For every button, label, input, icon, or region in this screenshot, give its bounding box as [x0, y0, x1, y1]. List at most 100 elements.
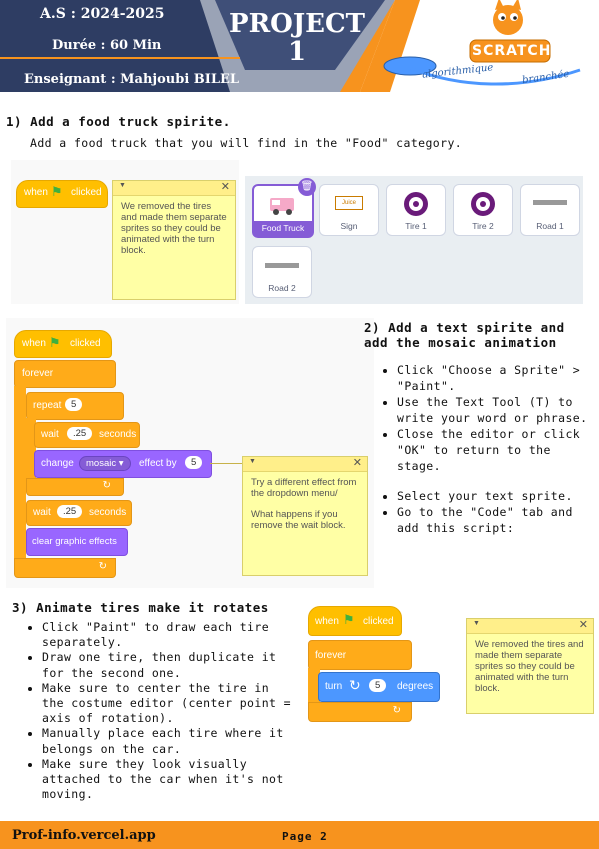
collapse-icon[interactable]: ▼ [119, 182, 126, 189]
scratch-logo-text: SCRATCH [472, 43, 552, 59]
note-text: What happens if you remove the wait bloc… [251, 509, 346, 531]
green-flag-icon: ⚑ [49, 335, 61, 350]
block-label: forever [22, 368, 54, 379]
block-label: when [24, 187, 48, 198]
sprite-label: Food Truck [254, 221, 312, 236]
block-label: degrees [397, 681, 434, 692]
project-title-text: PROJECT [229, 9, 365, 39]
turn-degrees-input[interactable]: 5 [369, 679, 387, 692]
turn-block[interactable]: turn ↻ 5 degrees [318, 672, 440, 702]
project-title: PROJECT 1 [222, 10, 372, 66]
sprite-label: Road 1 [536, 221, 564, 231]
block-label: turn [325, 681, 343, 692]
comment-note-3[interactable]: ▼ ✕ We removed the tires and made them se… [466, 618, 594, 714]
forever-end: ↻ [308, 702, 412, 722]
block-label: clicked [70, 338, 101, 349]
list-item: Make sure they look visually attached to… [42, 757, 298, 803]
effect-dropdown[interactable]: mosaic ▾ [79, 456, 131, 471]
list-item: Click "Choose a Sprite" > "Paint". [397, 362, 597, 394]
when-flag-clicked-block[interactable]: when ⚑ clicked [16, 180, 108, 208]
repeat-end: ↻ [26, 478, 124, 496]
forever-end: ↻ [14, 558, 116, 578]
block-label: when [315, 616, 339, 627]
block-label: wait [33, 507, 51, 518]
when-flag-clicked-block[interactable]: when ⚑ clicked [308, 606, 402, 636]
green-flag-icon: ⚑ [343, 612, 355, 627]
block-label: seconds [99, 429, 137, 440]
list-item: Go to the "Code" tab and add this script… [397, 504, 597, 536]
section2-title-line1: 2) Add a text spirite and [364, 320, 565, 335]
effect-dropdown-value: mosaic [86, 458, 117, 469]
wait-block[interactable]: wait .25 seconds [26, 500, 132, 526]
project-number: 1 [287, 37, 307, 67]
block-label: seconds [89, 507, 127, 518]
close-icon[interactable]: ✕ [579, 618, 588, 631]
block-label: clear graphic effects [32, 536, 117, 547]
teacher: Enseignant : Mahjoubi BILEL [24, 72, 240, 87]
list-item: Close the editor or click "OK" to return… [397, 426, 597, 474]
list-item: Make sure to center the tire in the cost… [42, 681, 298, 727]
section1-description: Add a food truck that you will find in t… [30, 136, 463, 150]
footer-site-link[interactable]: Prof-info.vercel.app [12, 828, 156, 843]
forever-block[interactable]: forever [308, 640, 412, 670]
note-text: We removed the tires and made them separ… [121, 201, 227, 256]
collapse-icon[interactable]: ▼ [249, 458, 256, 465]
section3-title: 3) Animate tires make it rotates [12, 600, 269, 615]
wait-seconds-input[interactable]: .25 [57, 505, 83, 518]
close-icon[interactable]: ✕ [353, 456, 362, 469]
list-item: Click "Paint" to draw each tire separate… [42, 620, 298, 650]
forever-block[interactable]: forever [14, 360, 116, 388]
repeat-count-input[interactable]: 5 [65, 398, 83, 411]
when-flag-clicked-block[interactable]: when ⚑ clicked [14, 330, 112, 358]
school-year: A.S : 2024-2025 [40, 6, 165, 22]
section2-steps: Click "Choose a Sprite" > "Paint". Use t… [383, 362, 597, 536]
block-label: clicked [363, 616, 394, 627]
close-icon[interactable]: ✕ [221, 180, 230, 193]
list-item: Draw one tire, then duplicate it for the… [42, 650, 298, 680]
tire-icon [404, 192, 428, 216]
loop-arrow-icon: ↻ [102, 480, 111, 491]
loop-arrow-icon: ↻ [98, 561, 107, 572]
page-number: Page 2 [282, 830, 328, 843]
sprite-label: Sign [340, 221, 358, 231]
delete-icon[interactable]: 🗑 [298, 178, 316, 196]
sprite-card-road-2[interactable]: Road 2 [252, 246, 312, 298]
sprite-card-tire-1[interactable]: Tire 1 [386, 184, 446, 236]
sprite-card-sign[interactable]: Juice Sign [319, 184, 379, 236]
clear-graphic-effects-block[interactable]: clear graphic effects [26, 528, 128, 556]
wait-seconds-input[interactable]: .25 [67, 427, 93, 440]
repeat-block[interactable]: repeat 5 [26, 392, 124, 420]
rotate-clockwise-icon: ↻ [349, 677, 361, 693]
note-text: Try a different effect from the dropdown… [251, 477, 357, 499]
green-flag-icon: ⚑ [51, 184, 63, 199]
sprite-card-tire-2[interactable]: Tire 2 [453, 184, 513, 236]
note-connector [210, 463, 242, 464]
block-label: repeat [33, 400, 62, 411]
block-label: effect by [139, 458, 177, 469]
sprite-label: Tire 2 [472, 221, 494, 231]
block-label: wait [41, 429, 59, 440]
block-label: forever [315, 650, 347, 661]
sprite-label: Tire 1 [405, 221, 427, 231]
sprite-card-road-1[interactable]: Road 1 [520, 184, 580, 236]
sprite-label: Road 2 [268, 283, 296, 293]
comment-note-2[interactable]: ▼ ✕ Try a different effect from the dropd… [242, 456, 368, 576]
change-effect-block[interactable]: change mosaic ▾ effect by 5 [34, 450, 212, 478]
effect-value-input[interactable]: 5 [185, 456, 203, 469]
food-truck-icon [270, 198, 294, 215]
block-label: when [22, 338, 46, 349]
tire-icon [471, 192, 495, 216]
sign-thumbnail: Juice [335, 196, 363, 210]
road-thumbnail [533, 200, 567, 205]
section1-title: 1) Add a food truck spirite. [6, 114, 231, 129]
list-item: Use the Text Tool (T) to write your word… [397, 394, 597, 426]
road-thumbnail [265, 263, 299, 268]
duration: Durée : 60 Min [52, 38, 162, 53]
note-text: We removed the tires and made them separ… [475, 639, 584, 694]
list-item: Manually place each tire where it belong… [42, 726, 298, 756]
collapse-icon[interactable]: ▼ [473, 620, 480, 627]
wait-block[interactable]: wait .25 seconds [34, 422, 140, 448]
comment-note-1[interactable]: ▼ ✕ We removed the tires and made them se… [112, 180, 236, 300]
section2-title: 2) Add a text spirite and add the mosaic… [364, 320, 565, 350]
section2-title-line2: add the mosaic animation [364, 335, 557, 350]
